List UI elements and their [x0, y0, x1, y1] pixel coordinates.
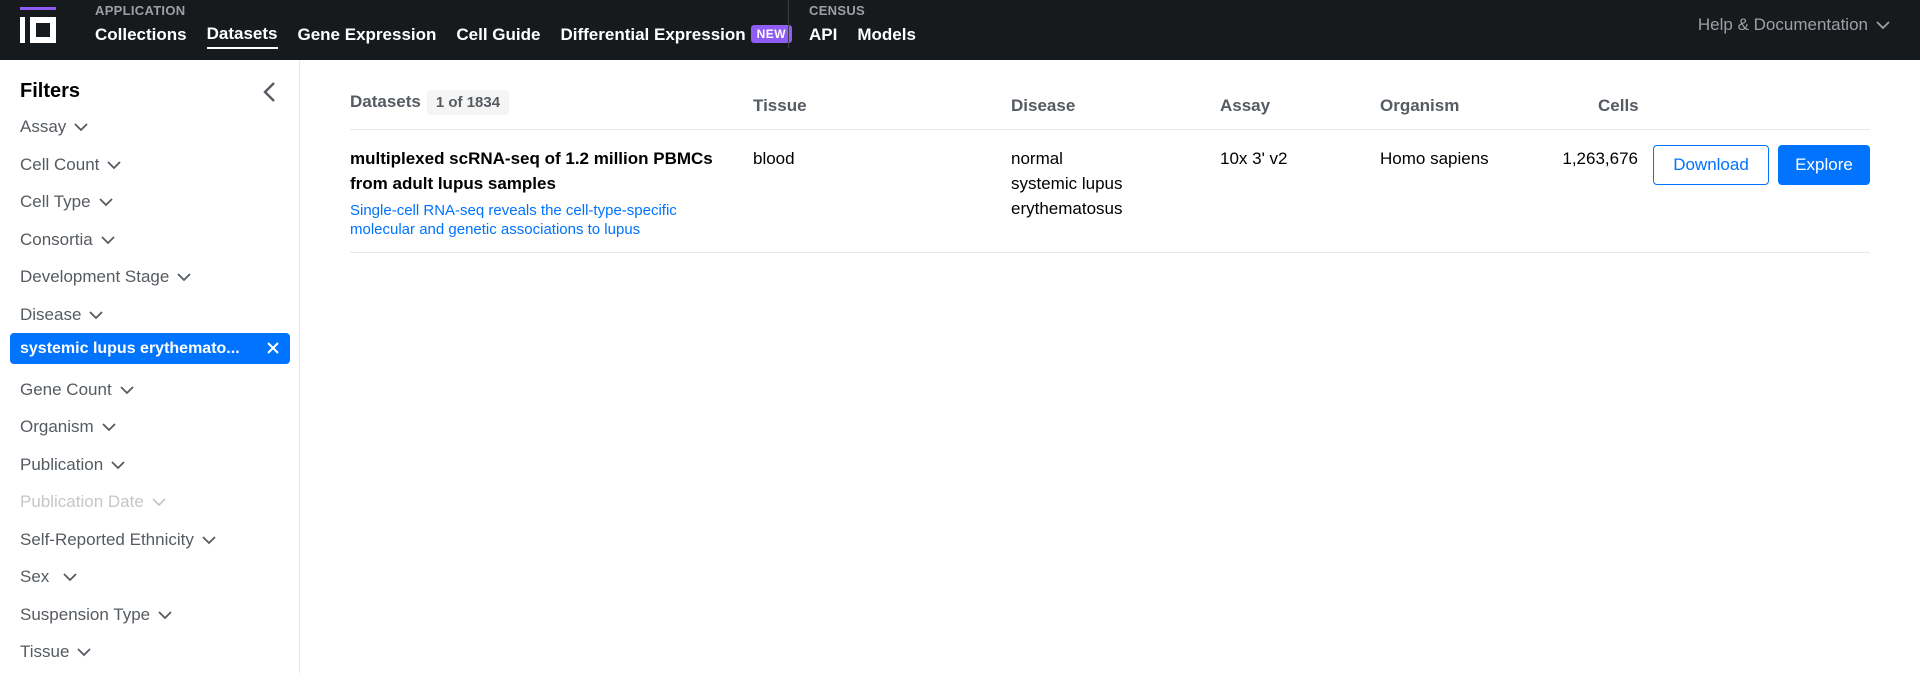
filter-label: Consortia — [20, 230, 93, 249]
filter-assay[interactable]: Assay — [20, 117, 88, 137]
header-datasets: Datasets 1 of 1834 — [350, 90, 510, 115]
disease-value: erythematosus — [1011, 199, 1123, 218]
disease-value: normal — [1011, 149, 1063, 168]
nav-datasets[interactable]: Datasets — [206, 21, 278, 49]
selected-disease-chip[interactable]: systemic lupus erythemato... — [10, 333, 290, 364]
cells-count-cell: 1,263,676 — [1562, 149, 1638, 168]
chevron-down-icon — [101, 235, 115, 244]
collection-link-line: molecular and genetic associations to lu… — [350, 221, 641, 238]
organism-cell: Homo sapiens — [1380, 149, 1489, 168]
filter-cell-type[interactable]: Cell Type — [20, 192, 113, 212]
filter-label: Publication Date — [20, 492, 144, 511]
census-caption: CENSUS — [809, 3, 865, 18]
chevron-down-icon — [63, 572, 77, 581]
chevron-down-icon — [202, 535, 216, 544]
filter-development-stage[interactable]: Development Stage — [20, 267, 191, 287]
filter-label: Cell Type — [20, 192, 91, 211]
collection-link[interactable]: Single-cell RNA-seq reveals the cell-typ… — [350, 201, 750, 239]
filter-label: Development Stage — [20, 267, 170, 286]
help-documentation-menu[interactable]: Help & Documentation — [1698, 15, 1890, 35]
chevron-down-icon — [120, 385, 134, 394]
filter-cell-count[interactable]: Cell Count — [20, 155, 122, 175]
filter-gene-count[interactable]: Gene Count — [20, 380, 134, 400]
selected-disease-chip-label: systemic lupus erythemato... — [20, 339, 240, 357]
chevron-down-icon — [152, 497, 166, 506]
filter-sex[interactable]: Sex — [20, 567, 77, 587]
chevron-down-icon — [107, 160, 122, 169]
new-badge: NEW — [750, 25, 793, 43]
filters-sidebar: Filters Assay Cell Count Cell Type Conso… — [0, 60, 300, 673]
nav-gene-expression[interactable]: Gene Expression — [298, 22, 437, 48]
filter-label: Organism — [20, 417, 94, 436]
census-nav: CENSUS API Models — [809, 2, 936, 50]
header-datasets-label: Datasets — [350, 92, 421, 111]
dataset-title-line: multiplexed scRNA-seq of 1.2 million PBM… — [350, 149, 713, 168]
filters-title: Filters — [20, 80, 81, 102]
chevron-down-icon — [89, 310, 104, 319]
header-cells: Cells — [1598, 96, 1639, 115]
filter-label: Assay — [20, 117, 67, 136]
chevron-down-icon — [98, 197, 113, 206]
row-divider — [350, 252, 1870, 253]
header-assay: Assay — [1220, 96, 1271, 115]
filter-consortia[interactable]: Consortia — [20, 230, 115, 250]
header-organism: Organism — [1380, 96, 1460, 115]
tissue-cell: blood — [753, 149, 795, 168]
download-button[interactable]: Download — [1653, 145, 1769, 185]
chevron-down-icon — [77, 647, 92, 656]
filter-disease[interactable]: Disease — [20, 305, 104, 325]
filter-suspension-type[interactable]: Suspension Type — [20, 605, 172, 625]
filter-tissue[interactable]: Tissue — [20, 642, 92, 662]
filter-label: Sex — [20, 567, 50, 586]
nav-differential-expression[interactable]: Differential Expression NEW — [560, 22, 793, 48]
logo-bar — [20, 17, 25, 43]
chevron-down-icon — [177, 272, 191, 281]
filter-label: Tissue — [20, 642, 70, 661]
nav-models[interactable]: Models — [857, 22, 916, 48]
filter-self-reported-ethnicity[interactable]: Self-Reported Ethnicity — [20, 530, 216, 550]
filter-label: Gene Count — [20, 380, 112, 399]
nav-api[interactable]: API — [809, 22, 837, 48]
chevron-down-icon — [1876, 20, 1890, 29]
collapse-sidebar-button[interactable] — [260, 80, 280, 104]
dataset-title-line: from adult lupus samples — [350, 174, 556, 193]
chevron-down-icon — [158, 610, 172, 619]
cellxgene-logo[interactable] — [20, 7, 56, 43]
header-divider — [350, 129, 1870, 130]
filter-label: Cell Count — [20, 155, 100, 174]
nav-cell-guide[interactable]: Cell Guide — [456, 22, 540, 48]
datasets-table: Datasets 1 of 1834 Tissue Disease Assay O… — [300, 60, 1920, 673]
dataset-count-badge: 1 of 1834 — [426, 90, 510, 115]
header-tissue: Tissue — [753, 96, 807, 115]
disease-value: systemic lupus — [1011, 174, 1123, 193]
dataset-title[interactable]: multiplexed scRNA-seq of 1.2 million PBM… — [350, 146, 750, 196]
filter-organism[interactable]: Organism — [20, 417, 116, 437]
application-caption: APPLICATION — [95, 3, 186, 18]
top-navigation-bar: APPLICATION Collections Datasets Gene Ex… — [0, 0, 1920, 60]
assay-cell: 10x 3' v2 — [1220, 149, 1288, 168]
chevron-down-icon — [74, 122, 88, 131]
nav-differential-expression-label: Differential Expression — [560, 25, 746, 44]
close-icon[interactable] — [266, 341, 280, 355]
filter-publication-date: Publication Date — [20, 492, 166, 512]
filter-label: Disease — [20, 305, 82, 324]
logo-accent — [20, 7, 56, 10]
filter-label: Self-Reported Ethnicity — [20, 530, 194, 549]
application-nav: APPLICATION Collections Datasets Gene Ex… — [95, 2, 812, 50]
nav-divider — [788, 0, 789, 48]
disease-cell: normal systemic lupus erythematosus — [1011, 146, 1123, 221]
filter-publication[interactable]: Publication — [20, 455, 125, 475]
chevron-down-icon — [102, 422, 116, 431]
header-disease: Disease — [1011, 96, 1076, 115]
explore-button[interactable]: Explore — [1778, 145, 1870, 185]
filter-label: Suspension Type — [20, 605, 151, 624]
logo-square-inner — [36, 23, 50, 37]
collection-link-line: Single-cell RNA-seq reveals the cell-typ… — [350, 202, 677, 219]
nav-collections[interactable]: Collections — [95, 22, 187, 48]
filter-label: Publication — [20, 455, 104, 474]
help-documentation-label: Help & Documentation — [1697, 15, 1868, 34]
chevron-down-icon — [111, 460, 125, 469]
chevron-left-icon — [263, 82, 275, 102]
dataset-cell: multiplexed scRNA-seq of 1.2 million PBM… — [350, 146, 750, 239]
